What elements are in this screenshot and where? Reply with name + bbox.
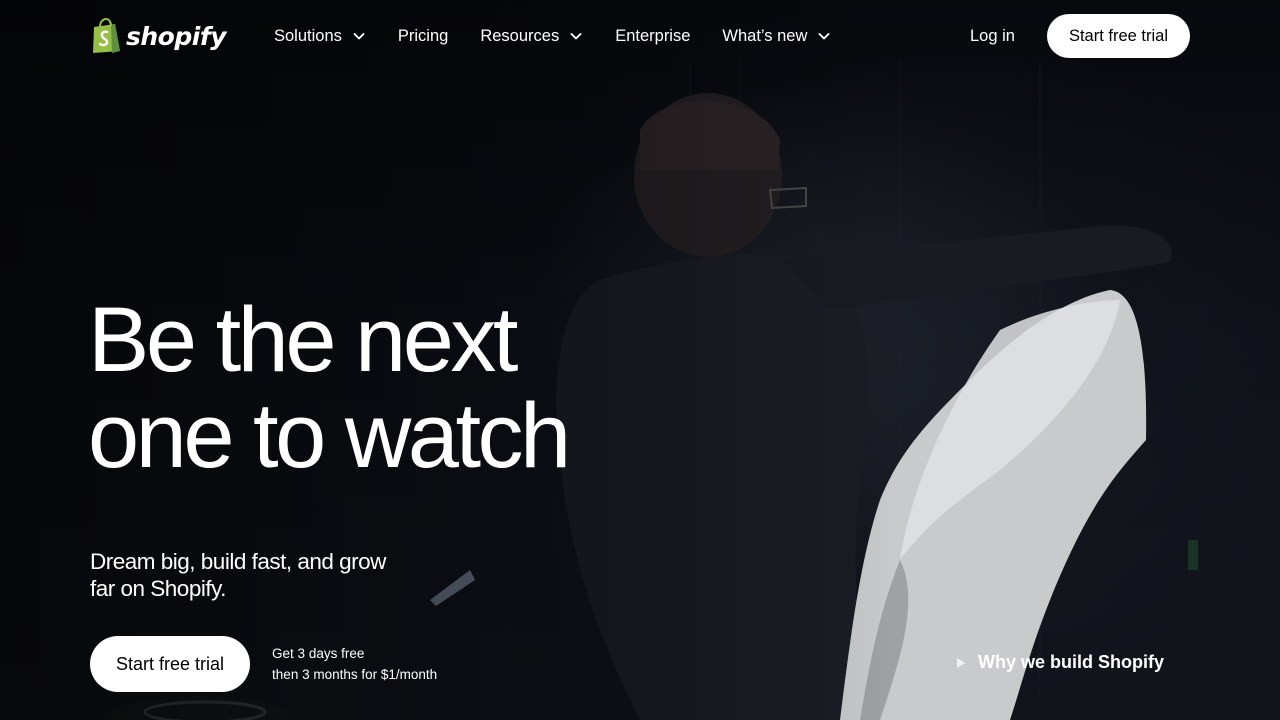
hero-title-line-1: Be the next — [88, 289, 518, 391]
chevron-down-icon — [353, 33, 365, 40]
login-link[interactable]: Log in — [970, 27, 1015, 46]
nav-item-solutions[interactable]: Solutions — [274, 27, 366, 46]
nav-item-pricing[interactable]: Pricing — [398, 27, 448, 46]
header-start-trial-button[interactable]: Start free trial — [1046, 14, 1190, 58]
nav-item-label: Enterprise — [615, 26, 691, 45]
offer-line-2: then 3 months for $1/month — [272, 667, 438, 682]
hero-start-trial-button[interactable]: Start free trial — [90, 636, 251, 692]
hero-title-line-2: one to watch — [88, 385, 571, 487]
shopping-bag-icon — [93, 18, 120, 53]
nav-item-resources[interactable]: Resources — [480, 27, 583, 46]
video-link-label: Why we build Shopify — [978, 652, 1164, 672]
hero-cta-row: Start free trial Get 3 days free then 3 … — [90, 636, 437, 692]
nav-item-label: What’s new — [722, 26, 808, 45]
main-nav: Solutions Pricing Resources Enterprise W… — [274, 27, 863, 46]
trial-offer-text: Get 3 days free then 3 months for $1/mon… — [272, 643, 437, 685]
nav-item-label: Resources — [480, 26, 560, 45]
nav-item-label: Pricing — [397, 26, 449, 45]
header-actions: Log in Start free trial — [970, 14, 1190, 58]
site-header: shopify Solutions Pricing Resources Ente… — [0, 0, 1280, 72]
chevron-down-icon — [818, 33, 830, 40]
offer-line-1: Get 3 days free — [272, 646, 365, 661]
nav-item-whats-new[interactable]: What’s new — [722, 27, 831, 46]
chevron-down-icon — [570, 33, 582, 40]
nav-item-label: Solutions — [274, 26, 342, 45]
nav-item-enterprise[interactable]: Enterprise — [615, 27, 690, 46]
logo-wordmark: shopify — [126, 21, 227, 51]
hero-title: Be the next one to watch — [88, 289, 571, 487]
why-we-build-video-link[interactable]: Why we build Shopify — [956, 652, 1164, 673]
shopify-logo[interactable]: shopify — [90, 16, 227, 56]
play-icon — [957, 657, 965, 668]
hero-subtitle: Dream big, build fast, and grow far on S… — [90, 549, 386, 601]
